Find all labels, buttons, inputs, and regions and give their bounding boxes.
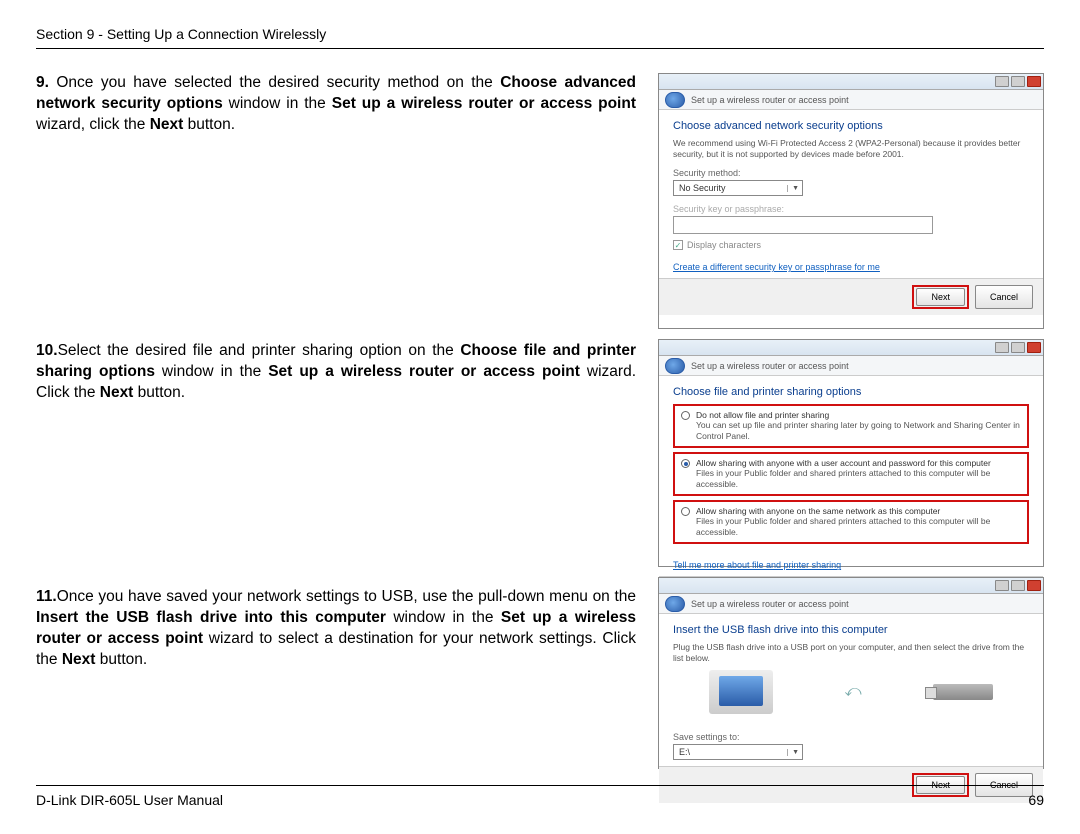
step-9-text-g: button. <box>183 116 235 133</box>
screenshot-sharing-options: Set up a wireless router or access point… <box>658 339 1044 567</box>
step-11-number: 11. <box>36 588 57 605</box>
window-heading: Choose advanced network security options <box>673 120 1029 132</box>
sharing-option-network[interactable]: Allow sharing with anyone on the same ne… <box>673 500 1029 544</box>
security-method-value: No Security <box>679 183 726 193</box>
option-desc: You can set up file and printer sharing … <box>696 420 1021 442</box>
breadcrumb-text: Set up a wireless router or access point <box>691 95 849 105</box>
window-heading: Choose file and printer sharing options <box>673 386 1029 398</box>
back-icon[interactable] <box>665 92 685 108</box>
display-characters-checkbox[interactable]: ✓ Display characters <box>673 240 1029 250</box>
section-header: Section 9 - Setting Up a Connection Wire… <box>36 26 1044 49</box>
step-11: 11.Once you have saved your network sett… <box>36 587 636 671</box>
step-10: 10.Select the desired file and printer s… <box>36 341 636 579</box>
step-10-bold-d: Set up a wireless router or access point <box>268 363 580 380</box>
sharing-option-account[interactable]: Allow sharing with anyone with a user ac… <box>673 452 1029 496</box>
drive-value: E:\ <box>679 747 690 757</box>
close-icon[interactable] <box>1027 580 1041 591</box>
tell-me-more-link[interactable]: Tell me more about file and printer shar… <box>673 560 841 570</box>
instructions-column: 9. Once you have selected the desired se… <box>36 73 636 769</box>
breadcrumb: Set up a wireless router or access point <box>659 594 1043 614</box>
breadcrumb: Set up a wireless router or access point <box>659 90 1043 110</box>
footer-manual-title: D-Link DIR-605L User Manual <box>36 792 223 808</box>
chevron-down-icon: ▼ <box>787 749 799 756</box>
minimize-icon[interactable] <box>995 580 1009 591</box>
window-description: We recommend using Wi-Fi Protected Acces… <box>673 138 1029 160</box>
maximize-icon[interactable] <box>1011 76 1025 87</box>
screenshot-usb-insert: Set up a wireless router or access point… <box>658 577 1044 769</box>
page-footer: D-Link DIR-605L User Manual 69 <box>36 785 1044 808</box>
security-method-dropdown[interactable]: No Security ▼ <box>673 180 803 196</box>
step-11-bold-f: Next <box>62 651 96 668</box>
display-characters-label: Display characters <box>687 240 761 250</box>
step-9-text-e: wizard, click the <box>36 116 150 133</box>
radio-icon <box>681 459 690 468</box>
back-icon[interactable] <box>665 358 685 374</box>
window-heading: Insert the USB flash drive into this com… <box>673 624 1029 636</box>
close-icon[interactable] <box>1027 76 1041 87</box>
step-9: 9. Once you have selected the desired se… <box>36 73 636 333</box>
window-description: Plug the USB flash drive into a USB port… <box>673 642 1029 664</box>
titlebar <box>659 340 1043 356</box>
option-title: Allow sharing with anyone with a user ac… <box>696 458 1021 468</box>
step-9-text-a: Once you have selected the desired secur… <box>49 74 500 91</box>
maximize-icon[interactable] <box>1011 342 1025 353</box>
passphrase-label: Security key or passphrase: <box>673 204 1029 214</box>
minimize-icon[interactable] <box>995 342 1009 353</box>
step-9-number: 9. <box>36 74 49 91</box>
cancel-button[interactable]: Cancel <box>975 285 1033 309</box>
checkbox-icon: ✓ <box>673 240 683 250</box>
step-9-bold-f: Next <box>150 116 184 133</box>
footer-page-number: 69 <box>1028 792 1044 808</box>
save-settings-label: Save settings to: <box>673 732 1029 742</box>
step-11-bold-b: Insert the USB flash drive into this com… <box>36 609 386 626</box>
titlebar <box>659 578 1043 594</box>
screenshot-security-options: Set up a wireless router or access point… <box>658 73 1044 329</box>
option-desc: Files in your Public folder and shared p… <box>696 468 1021 490</box>
step-9-text-c: window in the <box>223 95 332 112</box>
passphrase-input[interactable] <box>673 216 933 234</box>
step-11-text-g: button. <box>95 651 147 668</box>
option-title: Do not allow file and printer sharing <box>696 410 1021 420</box>
next-button[interactable]: Next <box>916 288 965 306</box>
step-10-text-g: button. <box>133 384 185 401</box>
radio-icon <box>681 411 690 420</box>
screenshots-column: Set up a wireless router or access point… <box>658 73 1044 769</box>
sharing-option-none[interactable]: Do not allow file and printer sharing Yo… <box>673 404 1029 448</box>
step-10-text-a: Select the desired file and printer shar… <box>58 342 461 359</box>
back-icon[interactable] <box>665 596 685 612</box>
step-11-text-c: window in the <box>386 609 501 626</box>
titlebar <box>659 74 1043 90</box>
maximize-icon[interactable] <box>1011 580 1025 591</box>
radio-icon <box>681 507 690 516</box>
option-desc: Files in your Public folder and shared p… <box>696 516 1021 538</box>
step-10-text-c: window in the <box>155 363 268 380</box>
breadcrumb-text: Set up a wireless router or access point <box>691 599 849 609</box>
drive-dropdown[interactable]: E:\ ▼ <box>673 744 803 760</box>
step-10-bold-f: Next <box>100 384 134 401</box>
create-passphrase-link[interactable]: Create a different security key or passp… <box>673 262 880 272</box>
option-title: Allow sharing with anyone on the same ne… <box>696 506 1021 516</box>
close-icon[interactable] <box>1027 342 1041 353</box>
chevron-down-icon: ▼ <box>787 185 799 192</box>
computer-icon <box>709 670 773 714</box>
usb-drive-icon <box>933 684 993 700</box>
step-9-bold-d: Set up a wireless router or access point <box>332 95 636 112</box>
minimize-icon[interactable] <box>995 76 1009 87</box>
step-10-number: 10. <box>36 342 58 359</box>
arrow-icon: ⤺ <box>844 683 861 701</box>
breadcrumb-text: Set up a wireless router or access point <box>691 361 849 371</box>
breadcrumb: Set up a wireless router or access point <box>659 356 1043 376</box>
security-method-label: Security method: <box>673 168 1029 178</box>
step-11-text-a: Once you have saved your network setting… <box>57 588 636 605</box>
